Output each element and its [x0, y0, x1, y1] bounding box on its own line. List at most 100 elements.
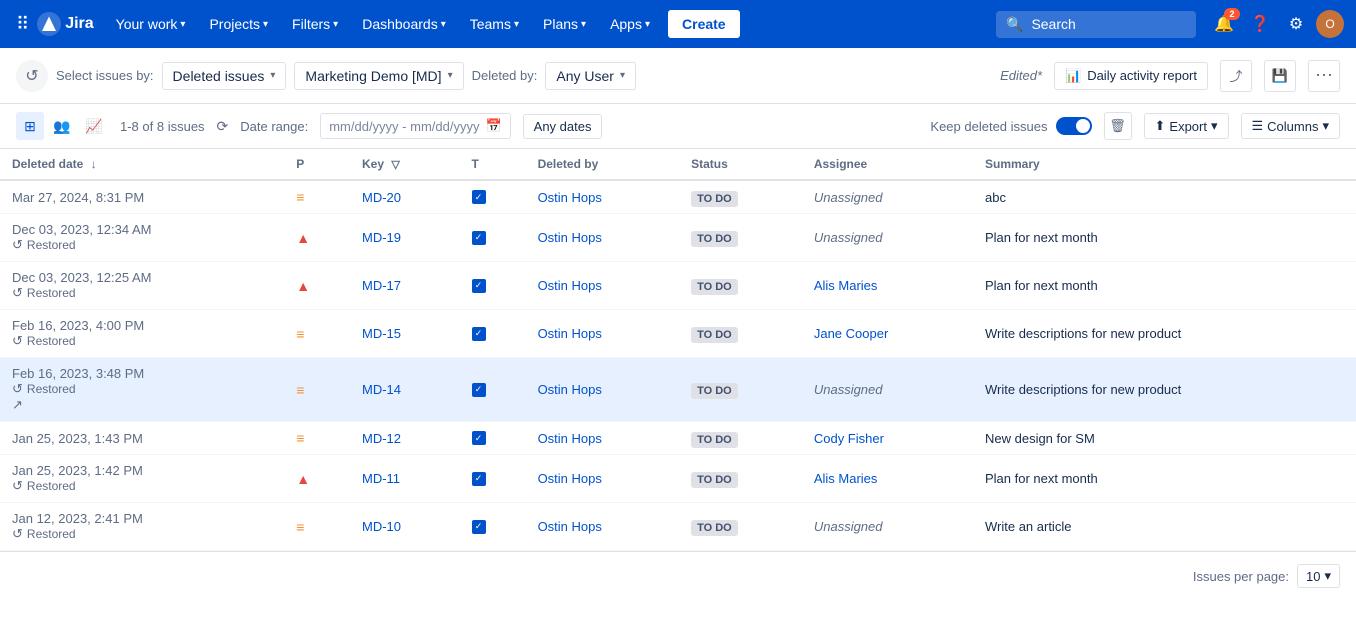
- export-button[interactable]: ⬆ Export ▾: [1144, 113, 1229, 139]
- cell-deleted-by[interactable]: Ostin Hops: [526, 180, 680, 214]
- col-status[interactable]: Status: [679, 149, 802, 180]
- assignee-link[interactable]: Alis Maries: [814, 471, 878, 486]
- col-deleted-date[interactable]: Deleted date ↓: [0, 149, 284, 180]
- assignee-link[interactable]: Jane Cooper: [814, 326, 888, 341]
- cell-summary: Write descriptions for new product: [973, 358, 1356, 422]
- col-assignee[interactable]: Assignee: [802, 149, 973, 180]
- columns-button[interactable]: ☰ Columns ▾: [1241, 113, 1340, 139]
- nav-projects[interactable]: Projects ▾: [199, 10, 278, 38]
- nav-filters[interactable]: Filters ▾: [282, 10, 348, 38]
- grid-view-button[interactable]: ⊞: [16, 112, 44, 140]
- cell-deleted-by[interactable]: Ostin Hops: [526, 358, 680, 422]
- cell-deleted-by[interactable]: Ostin Hops: [526, 422, 680, 455]
- issue-key-link[interactable]: MD-14: [362, 382, 401, 397]
- cell-assignee[interactable]: Cody Fisher: [802, 422, 973, 455]
- jira-logo[interactable]: Jira: [37, 12, 93, 36]
- grid-icon[interactable]: ⠿: [12, 10, 33, 39]
- cell-deleted-by[interactable]: Ostin Hops: [526, 262, 680, 310]
- cell-deleted-by[interactable]: Ostin Hops: [526, 310, 680, 358]
- deleted-by-link[interactable]: Ostin Hops: [538, 230, 602, 245]
- assignee-link[interactable]: Cody Fisher: [814, 431, 884, 446]
- nav-apps[interactable]: Apps ▾: [600, 10, 660, 38]
- col-key[interactable]: Key ▽: [350, 149, 460, 180]
- col-summary[interactable]: Summary: [973, 149, 1356, 180]
- search-bar[interactable]: 🔍 Search: [996, 11, 1196, 38]
- cell-key[interactable]: MD-17: [350, 262, 460, 310]
- cell-key[interactable]: MD-11: [350, 455, 460, 503]
- table-row[interactable]: Dec 03, 2023, 12:34 AM ↺ Restored ▲MD-19…: [0, 214, 1356, 262]
- table-row[interactable]: Feb 16, 2023, 3:48 PM ↺ Restored ↗≡MD-14…: [0, 358, 1356, 422]
- deleted-by-link[interactable]: Ostin Hops: [538, 278, 602, 293]
- chevron-down-icon: ▾: [448, 70, 453, 81]
- more-button[interactable]: ⋯: [1308, 60, 1340, 92]
- deleted-by-link[interactable]: Ostin Hops: [538, 190, 602, 205]
- report-button[interactable]: 📊 Daily activity report: [1054, 62, 1208, 90]
- nav-dashboards[interactable]: Dashboards ▾: [352, 10, 456, 38]
- issue-key-link[interactable]: MD-17: [362, 278, 401, 293]
- col-deleted-by[interactable]: Deleted by: [526, 149, 680, 180]
- refresh-icon[interactable]: ⟳: [217, 118, 229, 135]
- per-page-select[interactable]: 10 ▾: [1297, 564, 1340, 588]
- issue-key-link[interactable]: MD-12: [362, 431, 401, 446]
- issue-key-link[interactable]: MD-10: [362, 519, 401, 534]
- cell-key[interactable]: MD-19: [350, 214, 460, 262]
- trash-button[interactable]: 🗑: [1104, 112, 1132, 140]
- notifications-button[interactable]: 🔔 2: [1208, 8, 1240, 40]
- cell-assignee[interactable]: Jane Cooper: [802, 310, 973, 358]
- deleted-by-link[interactable]: Ostin Hops: [538, 326, 602, 341]
- back-button[interactable]: ↺: [16, 60, 48, 92]
- cell-deleted-by[interactable]: Ostin Hops: [526, 455, 680, 503]
- col-t[interactable]: T: [460, 149, 526, 180]
- table-row[interactable]: Jan 25, 2023, 1:42 PM ↺ Restored ▲MD-11✓…: [0, 455, 1356, 503]
- issue-key-link[interactable]: MD-15: [362, 326, 401, 341]
- cell-key[interactable]: MD-20: [350, 180, 460, 214]
- cell-assignee[interactable]: Alis Maries: [802, 262, 973, 310]
- col-p[interactable]: P: [284, 149, 350, 180]
- deleted-by-link[interactable]: Ostin Hops: [538, 431, 602, 446]
- cell-key[interactable]: MD-10: [350, 503, 460, 551]
- deleted-date-text: Jan 25, 2023, 1:42 PM: [12, 463, 143, 478]
- cell-assignee[interactable]: Alis Maries: [802, 455, 973, 503]
- cell-deleted-by[interactable]: Ostin Hops: [526, 503, 680, 551]
- issue-key-link[interactable]: MD-20: [362, 190, 401, 205]
- assignee-link[interactable]: Alis Maries: [814, 278, 878, 293]
- create-button[interactable]: Create: [668, 10, 740, 38]
- chart-view-button[interactable]: 📈: [80, 112, 108, 140]
- toggle-thumb: [1076, 119, 1090, 133]
- open-icon[interactable]: ↗: [12, 397, 23, 412]
- keep-deleted-switch[interactable]: ✕: [1056, 117, 1092, 135]
- table-row[interactable]: Jan 25, 2023, 1:43 PM≡MD-12✓Ostin HopsTO…: [0, 422, 1356, 455]
- issue-key-link[interactable]: MD-19: [362, 230, 401, 245]
- share-button[interactable]: ⤴: [1220, 60, 1252, 92]
- issues-type-select[interactable]: Deleted issues ▾: [162, 62, 287, 90]
- settings-button[interactable]: ⚙: [1280, 8, 1312, 40]
- table-row[interactable]: Dec 03, 2023, 12:25 AM ↺ Restored ▲MD-17…: [0, 262, 1356, 310]
- project-select[interactable]: Marketing Demo [MD] ▾: [294, 62, 463, 90]
- nav-teams[interactable]: Teams ▾: [460, 10, 529, 38]
- deleted-by-link[interactable]: Ostin Hops: [538, 382, 602, 397]
- restored-badge: ↺ Restored: [12, 478, 272, 494]
- cell-deleted-by[interactable]: Ostin Hops: [526, 214, 680, 262]
- nav-your-work[interactable]: Your work ▾: [106, 10, 196, 38]
- save-button[interactable]: 💾: [1264, 60, 1296, 92]
- cell-key[interactable]: MD-14: [350, 358, 460, 422]
- date-range-input[interactable]: mm/dd/yyyy - mm/dd/yyyy 📅: [320, 113, 510, 139]
- any-dates-button[interactable]: Any dates: [523, 114, 603, 139]
- deleted-by-select[interactable]: Any User ▾: [545, 62, 636, 90]
- table-row[interactable]: Jan 12, 2023, 2:41 PM ↺ Restored ≡MD-10✓…: [0, 503, 1356, 551]
- unassigned-label: Unassigned: [814, 230, 883, 245]
- per-page-value: 10: [1306, 569, 1320, 584]
- user-avatar[interactable]: O: [1316, 10, 1344, 38]
- cell-key[interactable]: MD-12: [350, 422, 460, 455]
- help-button[interactable]: ❓: [1244, 8, 1276, 40]
- deleted-by-link[interactable]: Ostin Hops: [538, 519, 602, 534]
- nav-plans[interactable]: Plans ▾: [533, 10, 596, 38]
- deleted-by-link[interactable]: Ostin Hops: [538, 471, 602, 486]
- share-icon: ⤴: [1229, 66, 1242, 85]
- toolbar-left: ↺ Select issues by: Deleted issues ▾ Mar…: [16, 60, 636, 92]
- cell-key[interactable]: MD-15: [350, 310, 460, 358]
- table-row[interactable]: Mar 27, 2024, 8:31 PM≡MD-20✓Ostin HopsTO…: [0, 180, 1356, 214]
- issue-key-link[interactable]: MD-11: [362, 471, 400, 486]
- table-row[interactable]: Feb 16, 2023, 4:00 PM ↺ Restored ≡MD-15✓…: [0, 310, 1356, 358]
- group-view-button[interactable]: 👥: [48, 112, 76, 140]
